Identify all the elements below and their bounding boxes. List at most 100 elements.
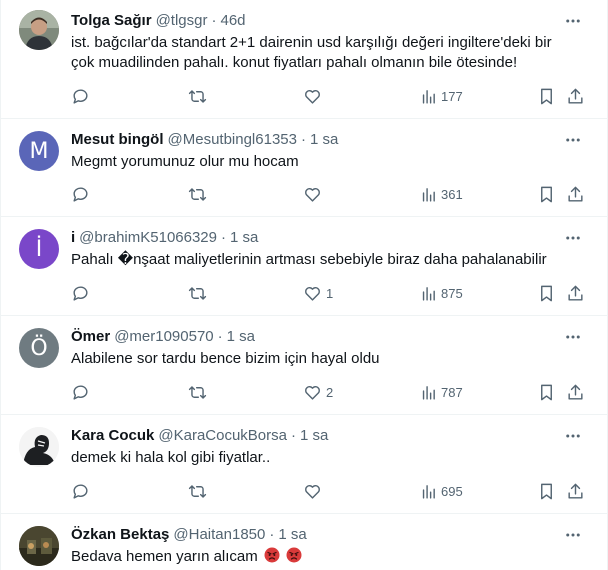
- handle[interactable]: @Haitan1850: [173, 525, 265, 545]
- handle[interactable]: @tlgsgr: [156, 11, 208, 31]
- tweet-header: Tolga Sağır @tlgsgr · 46d: [71, 11, 583, 31]
- display-name[interactable]: Kara Cocuk: [71, 426, 154, 446]
- separator-dot: ·: [300, 131, 306, 148]
- bookmark-button[interactable]: [537, 184, 556, 204]
- more-options-icon[interactable]: [563, 228, 583, 248]
- tweet-actions: 1 875: [71, 283, 591, 303]
- handle[interactable]: @KaraCocukBorsa: [158, 426, 287, 446]
- share-icon: [568, 483, 583, 499]
- tweet-header: Mesut bingöl @Mesutbingl61353 · 1 sa: [71, 130, 583, 150]
- views-chart-icon: [422, 484, 435, 499]
- retweet-button[interactable]: [188, 382, 207, 402]
- share-button[interactable]: [566, 481, 585, 501]
- avatar[interactable]: İ: [19, 229, 59, 269]
- tweet-text: Megmt yorumunuz olur mu hocam: [71, 153, 299, 170]
- like-button[interactable]: [303, 481, 326, 501]
- retweet-button[interactable]: [188, 283, 207, 303]
- tweet-text: Alabilene sor tardu bence bizim için hay…: [71, 350, 380, 367]
- retweet-button[interactable]: [188, 481, 207, 501]
- tweet-feed: Tolga Sağır @tlgsgr · 46d ist. bağcılar'…: [0, 0, 608, 570]
- reply-button[interactable]: [71, 86, 90, 106]
- display-name[interactable]: Mesut bingöl: [71, 130, 164, 150]
- views-button[interactable]: 361: [420, 184, 463, 204]
- reply-icon: [73, 88, 88, 104]
- share-icon: [568, 384, 583, 400]
- reply-icon: [73, 384, 88, 400]
- share-button[interactable]: [566, 184, 585, 204]
- more-options-icon[interactable]: [563, 327, 583, 347]
- tweet-actions: 177: [71, 86, 591, 106]
- retweet-icon: [188, 187, 207, 201]
- tweet[interactable]: Kara Cocuk @KaraCocukBorsa · 1 sa demek …: [1, 415, 607, 514]
- like-button[interactable]: 1: [303, 283, 333, 303]
- reply-button[interactable]: [71, 184, 90, 204]
- more-options-icon[interactable]: [563, 11, 583, 31]
- separator-dot: ·: [221, 229, 226, 246]
- tweet[interactable]: Tolga Sağır @tlgsgr · 46d ist. bağcılar'…: [1, 0, 607, 119]
- like-count: 2: [326, 384, 334, 400]
- tweet-text: demek ki hala kol gibi fiyatlar..: [71, 449, 271, 466]
- retweet-button[interactable]: [188, 86, 207, 106]
- share-button[interactable]: [566, 382, 585, 402]
- reply-icon: [73, 285, 88, 301]
- tweet[interactable]: Özkan Bektaş @Haitan1850 · 1 sa Bedava h…: [1, 514, 607, 570]
- reply-button[interactable]: [71, 481, 90, 501]
- share-icon: [568, 285, 583, 301]
- angry-face-icon: [264, 547, 280, 563]
- timestamp[interactable]: 1 sa: [230, 228, 258, 248]
- more-options-icon[interactable]: [563, 525, 583, 545]
- views-button[interactable]: 177: [420, 86, 463, 106]
- like-button[interactable]: [303, 184, 326, 204]
- bookmark-icon: [541, 483, 552, 499]
- retweet-button[interactable]: [188, 184, 207, 204]
- tweet[interactable]: Ö Ömer @mer1090570 · 1 sa Alabilene sor …: [1, 316, 607, 415]
- tweet[interactable]: İ i @brahimK51066329 · 1 sa Pahalı �nşaa…: [1, 217, 607, 316]
- like-button[interactable]: [303, 86, 326, 106]
- tweet-actions: 361: [71, 184, 591, 204]
- bookmark-button[interactable]: [537, 382, 556, 402]
- display-name[interactable]: Özkan Bektaş: [71, 525, 169, 545]
- reply-button[interactable]: [71, 283, 90, 303]
- avatar[interactable]: [19, 10, 59, 50]
- more-options-icon[interactable]: [563, 130, 583, 150]
- separator-dot: ·: [217, 328, 223, 345]
- timestamp[interactable]: 1 sa: [278, 525, 306, 545]
- reply-button[interactable]: [71, 382, 90, 402]
- timestamp[interactable]: 1 sa: [310, 130, 338, 150]
- view-count: 875: [441, 285, 463, 301]
- timestamp[interactable]: 1 sa: [227, 327, 255, 347]
- bookmark-button[interactable]: [537, 481, 556, 501]
- display-name[interactable]: Ömer: [71, 327, 110, 347]
- views-button[interactable]: 695: [420, 481, 463, 501]
- view-count: 787: [441, 384, 463, 400]
- display-name[interactable]: Tolga Sağır: [71, 11, 152, 31]
- timestamp[interactable]: 46d: [221, 11, 246, 31]
- reply-icon: [73, 483, 88, 499]
- views-button[interactable]: 875: [420, 283, 463, 303]
- views-chart-icon: [422, 187, 435, 202]
- reply-icon: [73, 186, 88, 202]
- bookmark-button[interactable]: [537, 283, 556, 303]
- avatar[interactable]: [19, 427, 59, 467]
- display-name[interactable]: i: [71, 228, 75, 248]
- views-chart-icon: [422, 385, 435, 400]
- avatar[interactable]: [19, 526, 59, 566]
- handle[interactable]: @Mesutbingl61353: [168, 130, 297, 150]
- tweet[interactable]: M Mesut bingöl @Mesutbingl61353 · 1 sa M…: [1, 119, 607, 217]
- more-options-icon[interactable]: [563, 426, 583, 446]
- views-button[interactable]: 787: [420, 382, 463, 402]
- tweet-header: i @brahimK51066329 · 1 sa: [71, 228, 583, 248]
- handle[interactable]: @brahimK51066329: [79, 228, 217, 248]
- avatar[interactable]: Ö: [19, 328, 59, 368]
- share-button[interactable]: [566, 283, 585, 303]
- like-button[interactable]: 2: [303, 382, 333, 402]
- timestamp[interactable]: 1 sa: [300, 426, 328, 446]
- handle[interactable]: @mer1090570: [114, 327, 213, 347]
- avatar[interactable]: M: [19, 131, 59, 171]
- heart-icon: [305, 89, 320, 104]
- bookmark-button[interactable]: [537, 86, 556, 106]
- retweet-icon: [188, 89, 207, 103]
- share-button[interactable]: [566, 86, 585, 106]
- retweet-icon: [188, 484, 207, 498]
- tweet-text-content: Bedava hemen yarın alıcam: [71, 548, 258, 565]
